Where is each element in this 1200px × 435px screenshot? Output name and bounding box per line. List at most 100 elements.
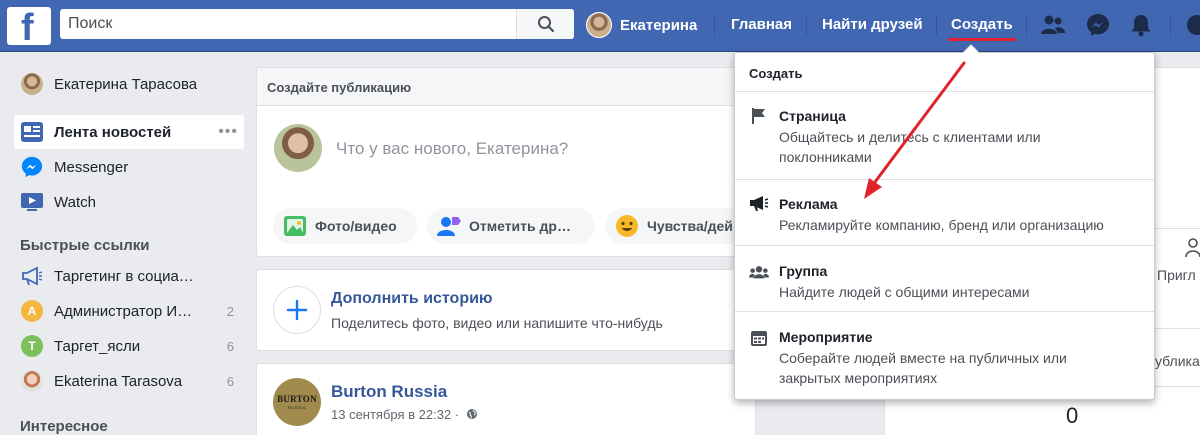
plus-icon	[286, 299, 308, 321]
add-story-title[interactable]: Дополнить историю	[331, 290, 493, 308]
sidebar-item-news-feed[interactable]: Лента новостей •••	[14, 115, 244, 149]
friend-requests-button[interactable]	[1040, 12, 1066, 38]
group-avatar: T	[21, 335, 43, 357]
sidebar-item-label: Таргет_ясли	[54, 337, 141, 355]
megaphone-icon	[749, 193, 769, 213]
create-menu-item-group[interactable]: Группа Найдите людей с общими интересами	[735, 246, 1154, 311]
nav-divider	[936, 14, 937, 36]
add-story-subtitle: Поделитесь фото, видео или напишите что-…	[331, 315, 663, 331]
create-menu-item-title: Мероприятие	[779, 329, 873, 345]
create-menu-title: Создать	[749, 66, 803, 81]
avatar	[21, 73, 43, 95]
create-menu-item-event[interactable]: Мероприятие Соберайте людей вместе на пу…	[735, 312, 1154, 400]
facebook-logo-letter: f	[21, 7, 34, 49]
post-timestamp-text: 13 сентября в 22:32 ·	[331, 407, 460, 422]
top-navigation-bar: f Екатерина Главная Найти друзей Создать	[0, 0, 1200, 52]
sidebar-item-messenger[interactable]: Messenger	[14, 150, 244, 184]
tag-friends-icon	[437, 214, 461, 238]
nav-divider	[1170, 14, 1171, 36]
search-box	[60, 9, 574, 39]
search-icon	[537, 16, 554, 33]
notifications-icon	[1131, 15, 1151, 37]
photo-icon	[283, 214, 307, 238]
group-avatar-wrap: T	[20, 334, 44, 358]
nav-divider	[714, 14, 715, 36]
sidebar-item-label: Messenger	[54, 158, 129, 176]
tag-friends-button[interactable]: Отметить др…	[427, 208, 595, 244]
notification-count: 6	[226, 373, 234, 389]
facebook-logo[interactable]: f	[7, 7, 51, 49]
flag-icon	[749, 106, 769, 126]
news-feed-icon	[20, 120, 44, 144]
create-menu-item-title: Страница	[779, 108, 846, 124]
search-input[interactable]	[68, 13, 508, 35]
watch-icon	[20, 190, 44, 214]
create-menu-item-title: Реклама	[779, 196, 838, 212]
calendar-icon	[749, 328, 769, 348]
post-composer-input[interactable]: Что у вас нового, Екатерина?	[336, 139, 568, 159]
nav-find-friends-link[interactable]: Найти друзей	[822, 16, 923, 33]
sidebar-profile-name: Екатерина Тарасова	[54, 75, 198, 93]
avatar	[274, 124, 322, 172]
sidebar-profile-link[interactable]: Екатерина Тарасова	[14, 67, 244, 101]
nav-divider	[806, 14, 807, 36]
globe-icon	[466, 409, 477, 419]
create-post-title: Создайте публикацию	[267, 80, 412, 95]
messenger-icon	[1087, 14, 1109, 36]
page-avatar[interactable]: BURTON RUSSIA	[273, 378, 321, 426]
feeling-activity-button[interactable]: Чувства/дей	[605, 208, 745, 244]
avatar-wrap	[20, 72, 44, 96]
avatar-wrap	[20, 369, 44, 393]
create-menu-item-ads[interactable]: Реклама Рекламируйте компанию, бренд или…	[735, 180, 1154, 245]
sidebar-item-label: Лента новостей	[54, 123, 172, 141]
page-logo-text: BURTON	[277, 394, 317, 404]
avatar	[586, 12, 612, 38]
create-menu-item-page[interactable]: Страница Общайтесь и делитесь с клиентам…	[735, 92, 1154, 179]
sidebar-item-label: Ekaterina Tarasova	[54, 372, 183, 390]
person-icon	[1185, 238, 1200, 258]
notification-count: 2	[226, 303, 234, 319]
sidebar-shortcut[interactable]: Ekaterina Tarasova 6	[14, 364, 244, 398]
sidebar-shortcut[interactable]: T Таргет_ясли 6	[14, 329, 244, 363]
dropdown-caret-inner	[963, 45, 979, 53]
photo-video-button[interactable]: Фото/видео	[273, 208, 417, 244]
feeling-icon	[615, 214, 639, 238]
create-menu-item-description: Найдите людей с общими интересами	[779, 284, 1030, 300]
notifications-button[interactable]	[1128, 12, 1154, 38]
stat-count: 0	[1066, 403, 1079, 428]
sidebar-item-label: Администратор И…	[54, 302, 193, 320]
create-menu-item-description: Соберайте людей вместе на публичных или …	[779, 350, 1067, 386]
group-avatar: A	[21, 300, 43, 322]
photo-video-label: Фото/видео	[315, 218, 397, 234]
explore-heading: Интересное	[20, 418, 108, 435]
sidebar-shortcut[interactable]: A Администратор И… 2	[14, 294, 244, 328]
avatar	[21, 370, 43, 392]
invite-text[interactable]: Пригл	[1157, 267, 1196, 283]
create-dropdown-menu: Создать Страница Общайтесь и делитесь с …	[734, 52, 1155, 400]
messenger-icon	[20, 155, 44, 179]
publications-text: убликац	[1155, 353, 1200, 369]
page-logo-subtext: RUSSIA	[288, 405, 306, 410]
feed-post: BURTON RUSSIA Burton Russia 13 сентября …	[256, 363, 756, 435]
create-post-header: Создайте публикацию	[257, 68, 755, 106]
nav-divider	[1026, 14, 1027, 36]
sidebar-item-label: Таргетинг в социа…	[54, 267, 194, 285]
feeling-activity-label: Чувства/дей	[647, 218, 733, 234]
add-story-button[interactable]	[273, 286, 321, 334]
help-button[interactable]	[1180, 12, 1200, 38]
search-button[interactable]	[516, 9, 574, 39]
shortcuts-heading: Быстрые ссылки	[20, 237, 150, 254]
sidebar-item-watch[interactable]: Watch	[14, 185, 244, 219]
friend-requests-icon	[1041, 15, 1065, 34]
messenger-button[interactable]	[1085, 12, 1111, 38]
more-options-icon[interactable]: •••	[218, 123, 238, 141]
nav-profile-link[interactable]: Екатерина	[586, 9, 697, 41]
nav-home-link[interactable]: Главная	[731, 16, 792, 33]
nav-create-link[interactable]: Создать	[951, 16, 1013, 33]
add-story-card[interactable]: Дополнить историю Поделитесь фото, видео…	[256, 269, 756, 351]
create-menu-item-description: Общайтесь и делитесь с клиентами или пок…	[779, 129, 1041, 165]
sidebar-shortcut[interactable]: Таргетинг в социа…	[14, 259, 244, 293]
post-timestamp[interactable]: 13 сентября в 22:32 ·	[331, 407, 478, 422]
group-icon	[749, 262, 769, 282]
post-page-name[interactable]: Burton Russia	[331, 382, 447, 402]
